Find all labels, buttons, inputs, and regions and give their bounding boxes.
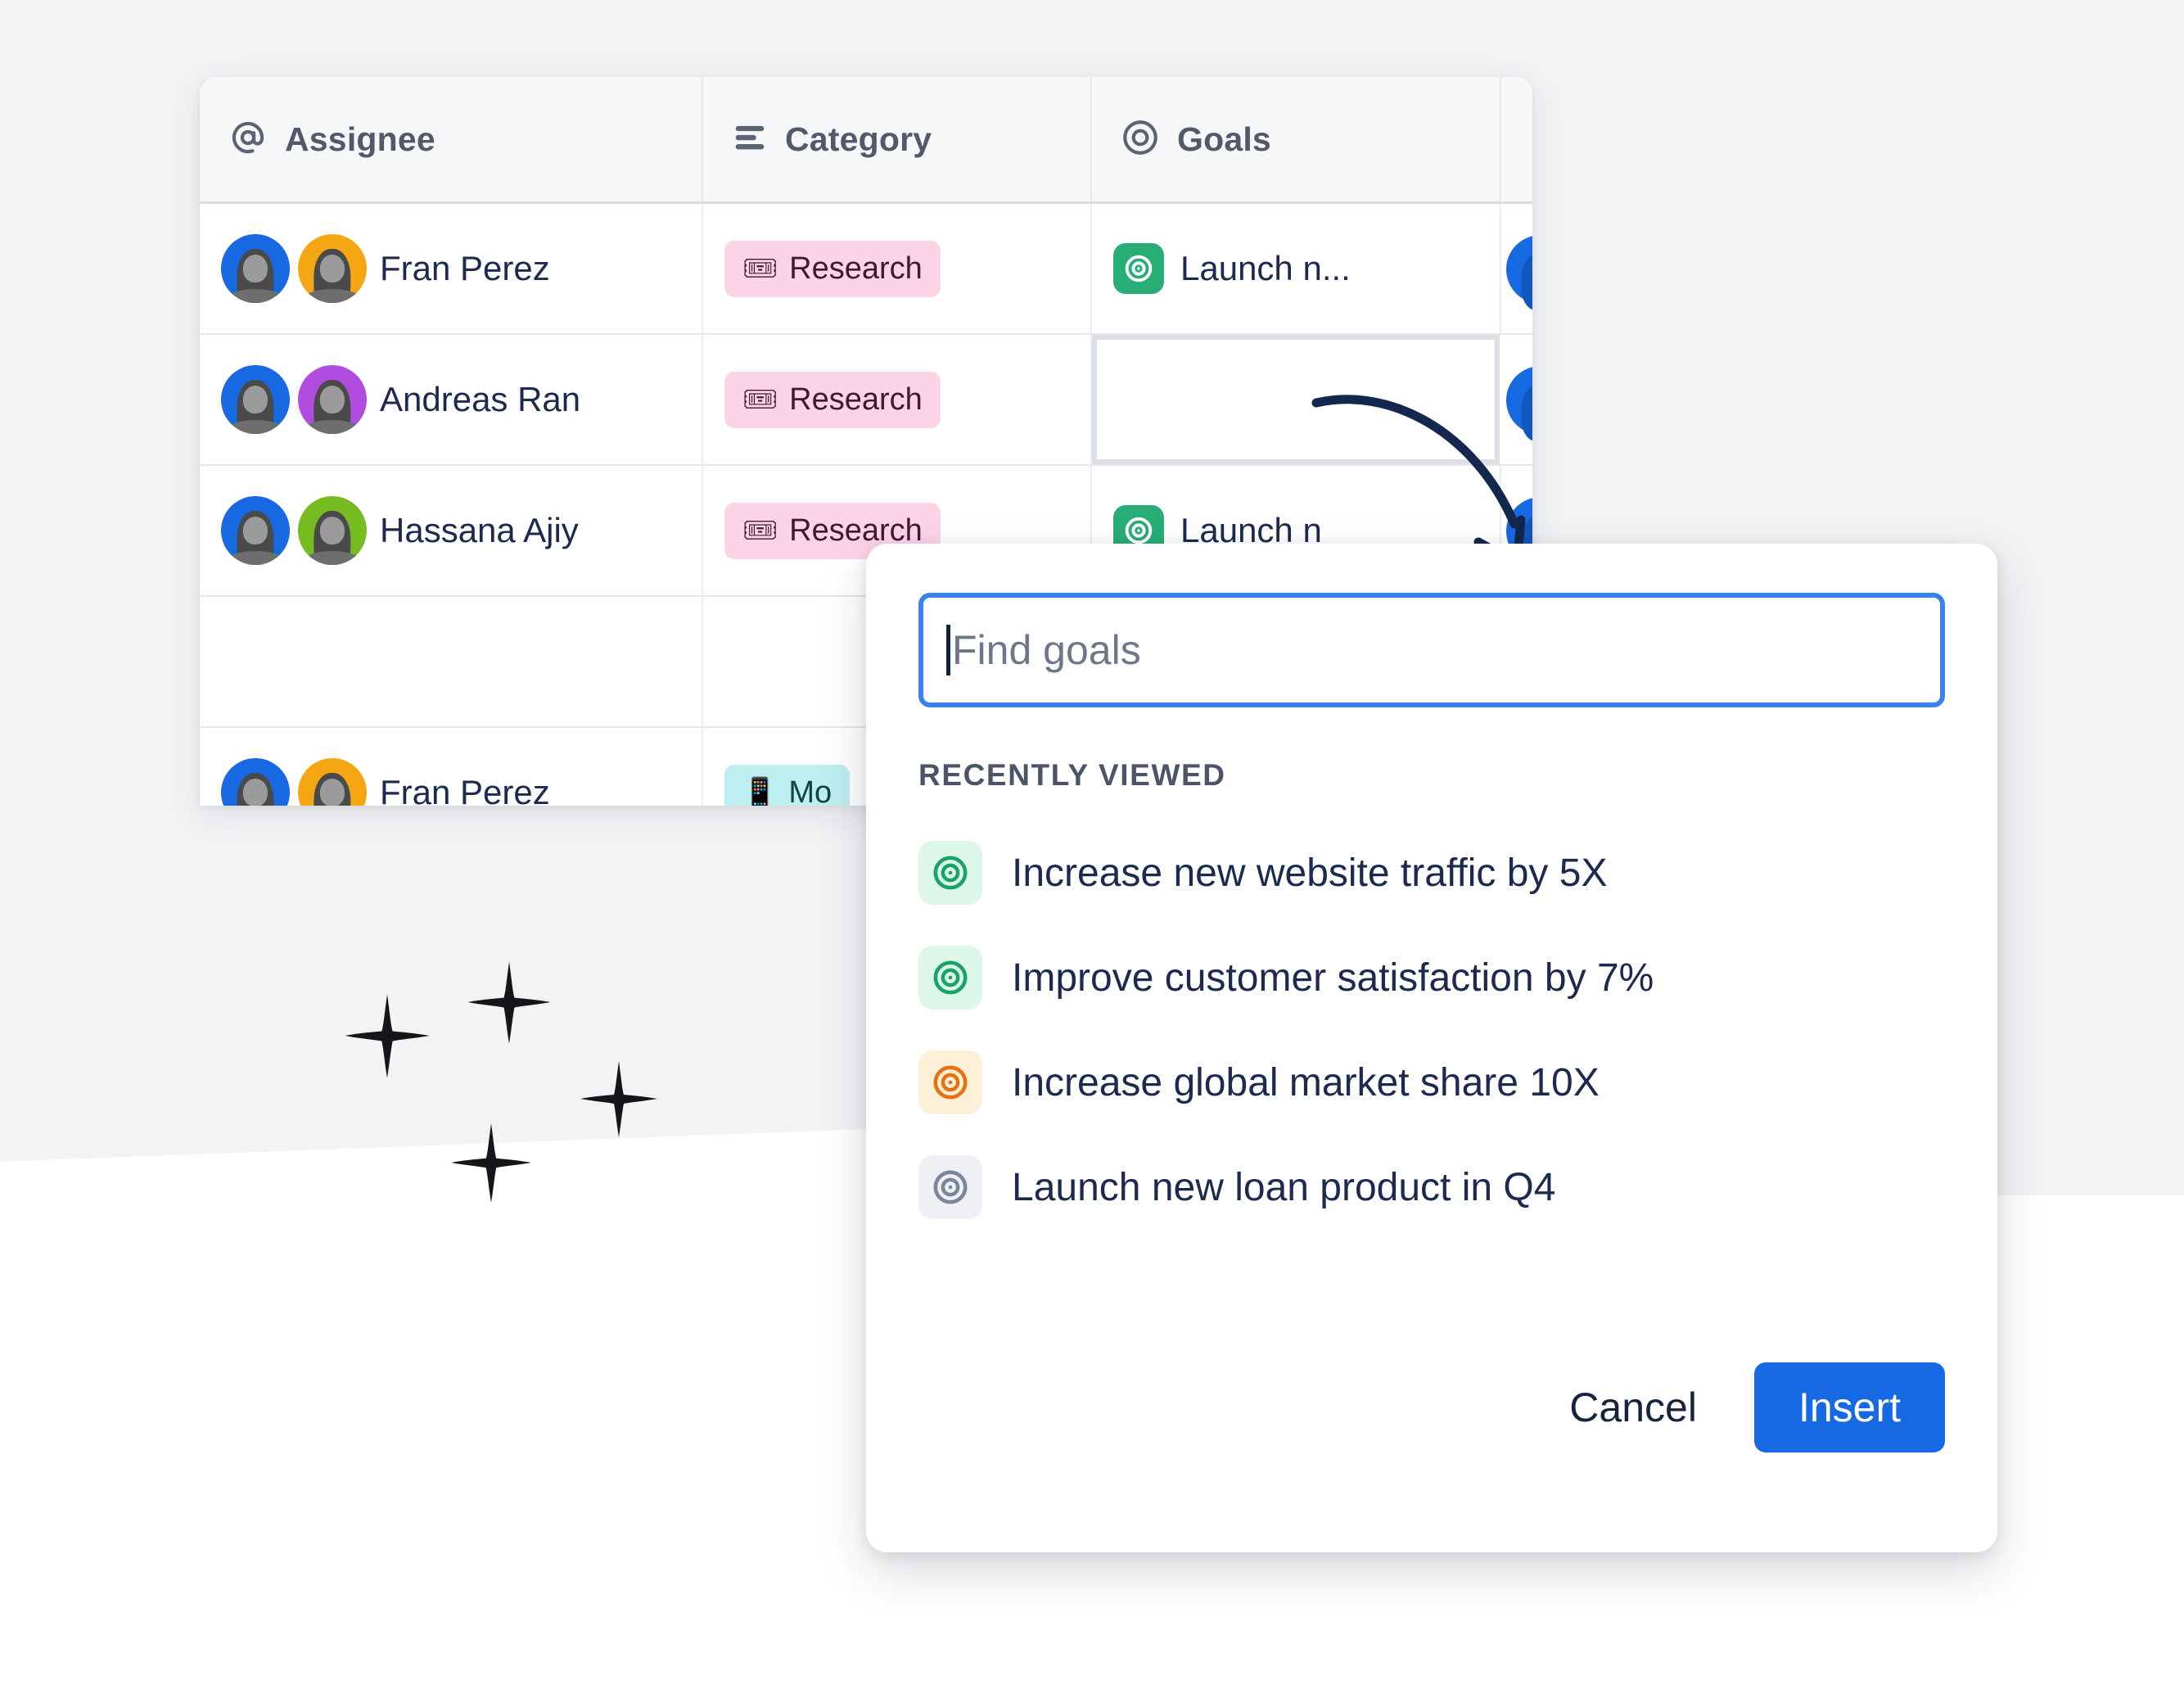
- sparkle-icon: [342, 991, 432, 1081]
- target-icon: [918, 1155, 982, 1219]
- cell-goals[interactable]: Launch n...: [1092, 204, 1501, 333]
- ticket-icon: 🎟: [742, 384, 778, 415]
- badge-label: Research: [789, 382, 923, 417]
- dialog-actions: Cancel Insert: [1548, 1362, 1945, 1452]
- target-icon: [918, 946, 982, 1010]
- column-header-goals[interactable]: Goals: [1092, 77, 1501, 201]
- table-header-row: Assignee Category Goals: [200, 77, 1532, 204]
- column-header-label: Category: [785, 120, 932, 158]
- section-heading-recently-viewed: RECENTLY VIEWED: [918, 758, 1226, 792]
- mobile-icon: 📱: [742, 777, 778, 806]
- sparkle-icon: [465, 958, 553, 1046]
- column-header-label: Goals: [1177, 120, 1271, 158]
- search-input[interactable]: Find goals: [918, 593, 1945, 707]
- list-item[interactable]: Increase new website traffic by 5X: [918, 820, 1945, 925]
- status-badge: 🎟 Research: [724, 240, 941, 297]
- text-cursor: [946, 625, 950, 675]
- goal-chip: Launch n...: [1113, 243, 1351, 294]
- ticket-icon: 🎟: [742, 515, 778, 546]
- cell-assignee[interactable]: Fran Perez: [200, 728, 703, 806]
- column-header-category[interactable]: Category: [703, 77, 1092, 201]
- cell-assignee[interactable]: Hassana Ajiy: [200, 466, 703, 595]
- cell-assignee[interactable]: [200, 597, 703, 726]
- insert-button[interactable]: Insert: [1753, 1362, 1945, 1452]
- status-badge: 📱 Mo: [724, 764, 851, 806]
- assignee-name: Fran Perez: [380, 773, 550, 806]
- cell-category[interactable]: 🎟 Research: [703, 204, 1092, 333]
- goal-label: Launch new loan product in Q4: [1012, 1165, 1556, 1209]
- list-item[interactable]: Launch new loan product in Q4: [918, 1135, 1945, 1240]
- avatar-group: [221, 758, 367, 806]
- sparkle-icon: [578, 1058, 660, 1140]
- cell-assignee[interactable]: Andreas Ran: [200, 335, 703, 464]
- assignee-name: Fran Perez: [380, 249, 550, 287]
- avatar-group: [221, 234, 367, 303]
- avatar: [298, 758, 367, 806]
- column-header-label: Assignee: [285, 120, 435, 158]
- list-item[interactable]: Increase global market share 10X: [918, 1030, 1945, 1135]
- avatar: [221, 496, 290, 565]
- column-header-extra: [1501, 77, 1532, 201]
- goal-picker-dialog: Find goals RECENTLY VIEWED Increase new …: [866, 544, 1997, 1552]
- cell-extra[interactable]: [1501, 204, 1532, 333]
- goal-label: Launch n...: [1180, 249, 1351, 287]
- cancel-button[interactable]: Cancel: [1548, 1369, 1718, 1446]
- avatar-group: [221, 496, 367, 565]
- goal-label: Increase global market share 10X: [1012, 1060, 1600, 1104]
- cell-assignee[interactable]: Fran Perez: [200, 204, 703, 333]
- avatar: [221, 365, 290, 434]
- target-icon: [1120, 117, 1161, 162]
- column-header-assignee[interactable]: Assignee: [200, 77, 703, 201]
- sparkle-icon: [449, 1120, 534, 1205]
- ticket-icon: 🎟: [742, 253, 778, 284]
- avatar: [298, 234, 367, 303]
- at-sign-icon: [228, 117, 268, 162]
- cell-category[interactable]: 🎟 Research: [703, 335, 1092, 464]
- goal-label: Improve customer satisfaction by 7%: [1012, 955, 1654, 1000]
- target-icon: [1113, 243, 1164, 294]
- status-badge: 🎟 Research: [724, 371, 941, 428]
- recently-viewed-list: Increase new website traffic by 5X Impro…: [918, 820, 1945, 1240]
- search-placeholder: Find goals: [952, 627, 1141, 673]
- avatar: [298, 496, 367, 565]
- table-row[interactable]: Fran Perez 🎟 Research Launch n...: [200, 204, 1532, 335]
- avatar: [221, 758, 290, 806]
- goal-label: Increase new website traffic by 5X: [1012, 851, 1608, 895]
- target-icon: [918, 841, 982, 905]
- badge-label: Mo: [788, 775, 833, 806]
- list-lines-icon: [731, 119, 769, 160]
- avatar: [1506, 235, 1532, 311]
- screenshot-root: Assignee Category Goals Fran Perez 🎟 Res…: [0, 0, 2184, 1703]
- assignee-name: Andreas Ran: [380, 380, 581, 418]
- assignee-name: Hassana Ajiy: [380, 511, 579, 549]
- avatar-group: [221, 365, 367, 434]
- avatar: [298, 365, 367, 434]
- list-item[interactable]: Improve customer satisfaction by 7%: [918, 925, 1945, 1030]
- badge-label: Research: [789, 251, 923, 286]
- avatar: [221, 234, 290, 303]
- target-icon: [918, 1050, 982, 1114]
